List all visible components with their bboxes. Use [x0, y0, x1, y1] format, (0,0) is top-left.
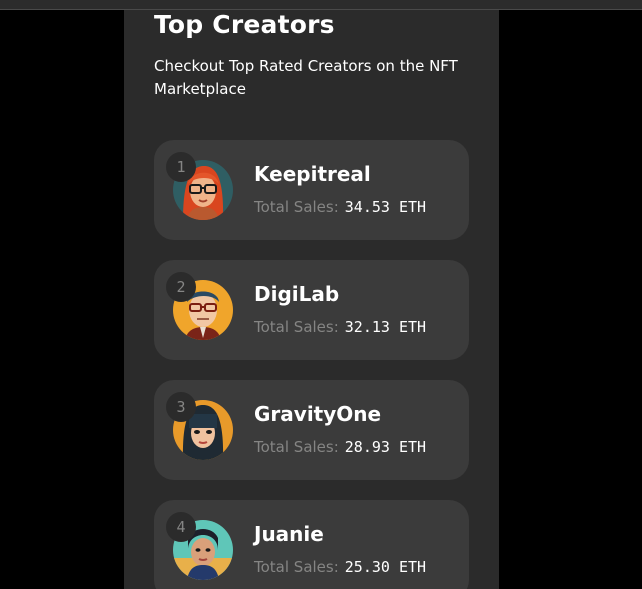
creator-name[interactable]: Juanie — [254, 522, 324, 546]
creator-name[interactable]: Keepitreal — [254, 162, 371, 186]
total-sales: Total Sales: 28.93 ETH — [254, 438, 426, 456]
section-subtitle: Checkout Top Rated Creators on the NFT M… — [154, 57, 458, 98]
top-creators-panel: Top Creators Checkout Top Rated Creators… — [124, 10, 499, 589]
sales-value: 34.53 ETH — [344, 198, 427, 216]
rank-badge: 1 — [166, 152, 196, 182]
creator-card[interactable]: 3 GravityOne Total Sales: 28.93 ETH — [154, 380, 469, 480]
creator-name[interactable]: GravityOne — [254, 402, 381, 426]
total-sales: Total Sales: 34.53 ETH — [254, 198, 426, 216]
rank-badge: 3 — [166, 392, 196, 422]
sales-value: 28.93 ETH — [344, 438, 427, 456]
rank-badge: 4 — [166, 512, 196, 542]
creator-name[interactable]: DigiLab — [254, 282, 339, 306]
rank-badge: 2 — [166, 272, 196, 302]
sales-label: Total Sales: — [254, 558, 339, 576]
section-title: Top Creators — [154, 10, 335, 39]
top-divider — [0, 0, 642, 10]
creator-card[interactable]: 2 DigiLab Total Sales: 32.13 ETH — [154, 260, 469, 360]
sales-label: Total Sales: — [254, 198, 339, 216]
total-sales: Total Sales: 32.13 ETH — [254, 318, 426, 336]
creator-card[interactable]: 1 Keepitreal Total Sales: 34.53 ETH — [154, 140, 469, 240]
total-sales: Total Sales: 25.30 ETH — [254, 558, 426, 576]
sales-value: 25.30 ETH — [344, 558, 427, 576]
sales-value: 32.13 ETH — [344, 318, 427, 336]
sales-label: Total Sales: — [254, 438, 339, 456]
creator-card[interactable]: 4 Juanie Total Sales: 25.30 ETH — [154, 500, 469, 589]
sales-label: Total Sales: — [254, 318, 339, 336]
